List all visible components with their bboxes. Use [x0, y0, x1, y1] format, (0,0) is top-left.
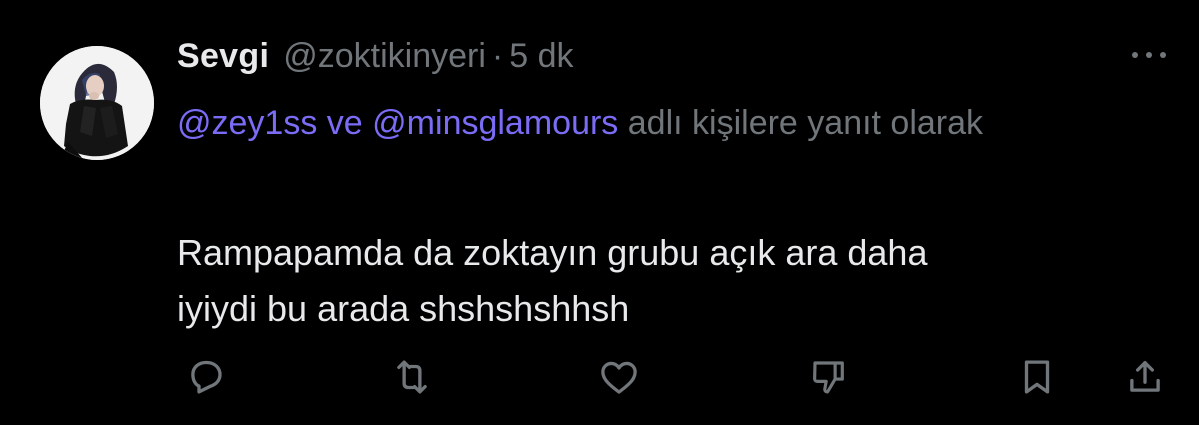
tweet-text-line: Rampapamda da zoktayın grubu açık ara da…	[177, 232, 928, 273]
like-button[interactable]	[594, 352, 644, 402]
share-icon	[1130, 360, 1160, 392]
heart-icon	[601, 361, 637, 394]
avatar-photo	[40, 46, 154, 160]
author-handle[interactable]: @zoktikinyeri	[283, 37, 486, 76]
tweet[interactable]: Sevgi @zoktikinyeri · 5 dk @zey1ss ve @m…	[0, 0, 1199, 425]
more-options-button[interactable]	[1124, 42, 1174, 68]
mention-conjunction: ve	[326, 104, 363, 142]
bookmark-button[interactable]	[1012, 352, 1062, 402]
retweet-icon	[397, 360, 427, 394]
tweet-header: Sevgi @zoktikinyeri · 5 dk	[177, 34, 573, 78]
mention-link[interactable]: @zey1ss	[177, 104, 317, 142]
more-icon	[1132, 52, 1166, 58]
reply-icon	[191, 360, 222, 394]
retweet-button[interactable]	[387, 352, 437, 402]
tweet-text-line: iyiydi bu arada shshshshhsh	[177, 288, 630, 329]
mention-link[interactable]: @minsglamours	[372, 104, 618, 142]
author-name[interactable]: Sevgi	[177, 37, 269, 76]
reply-button[interactable]	[181, 352, 231, 402]
share-button[interactable]	[1120, 352, 1170, 402]
separator-dot: ·	[491, 36, 504, 75]
action-bar	[0, 352, 1199, 402]
bookmark-icon	[1024, 360, 1050, 394]
timestamp[interactable]: 5 dk	[509, 37, 573, 76]
avatar[interactable]	[40, 46, 154, 160]
dislike-button[interactable]	[804, 352, 854, 402]
reply-context-suffix: adlı kişilere yanıt olarak	[627, 104, 984, 142]
thumbs-down-icon	[813, 361, 844, 394]
reply-context: @zey1ss ve @minsglamours adlı kişilere y…	[177, 94, 1107, 152]
tweet-text: Rampapamda da zoktayın grubu açık ara da…	[177, 225, 1157, 337]
